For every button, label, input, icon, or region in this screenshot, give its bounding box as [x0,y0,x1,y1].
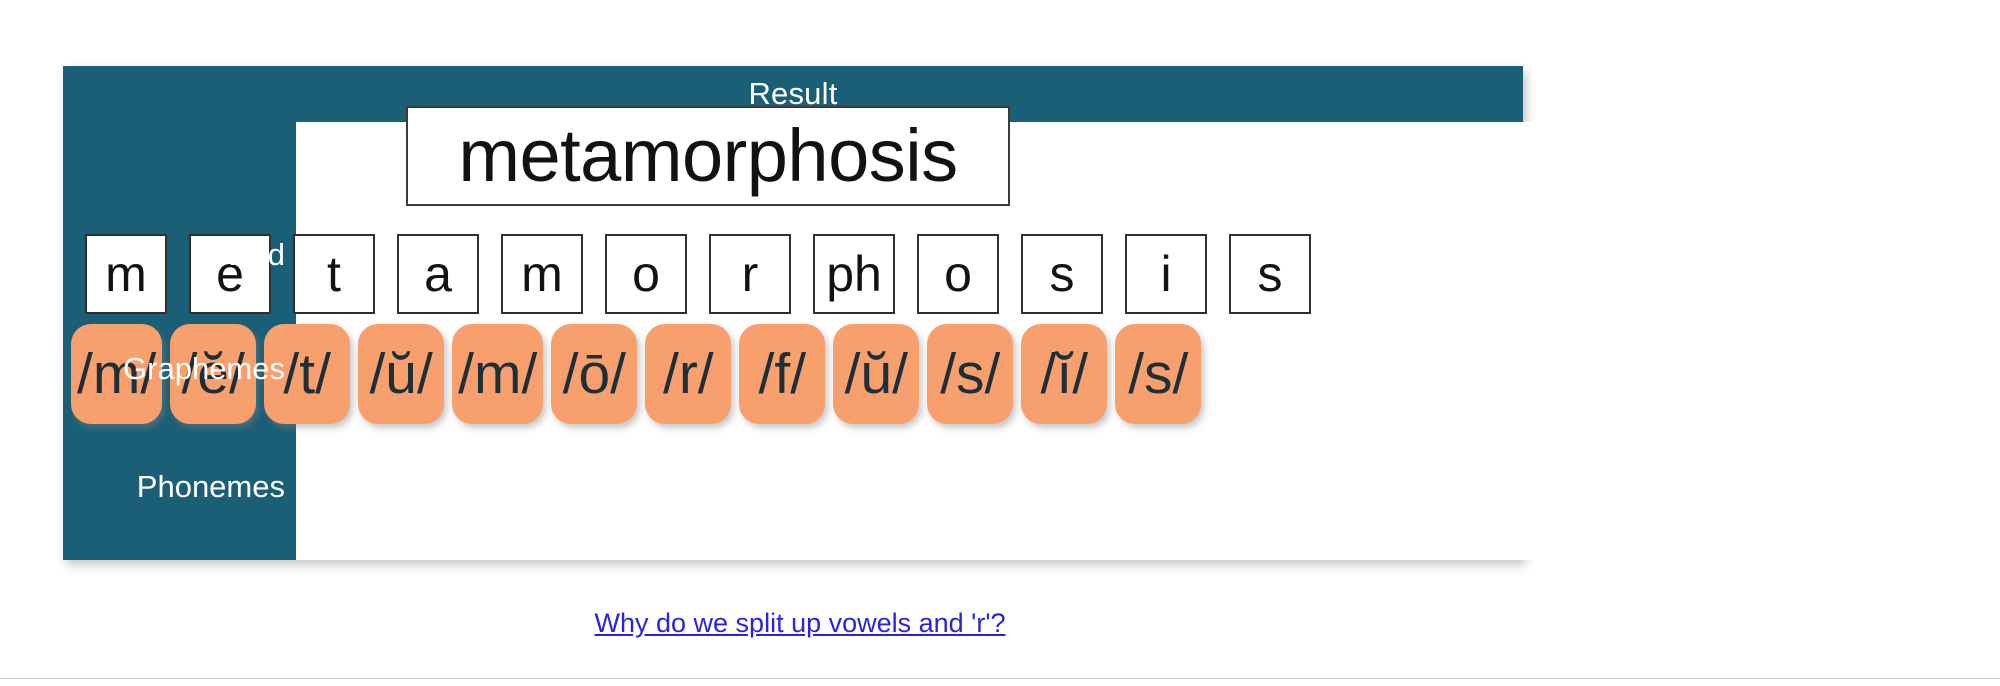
phoneme-chip[interactable]: /ĭ/ [1021,324,1108,424]
phoneme-chip[interactable]: /r/ [645,324,732,424]
grapheme-box[interactable]: o [917,234,999,314]
row-label-phonemes: Phonemes [136,469,285,504]
page-divider [0,678,2000,679]
row-label-graphemes: Graphemes [123,351,285,386]
word-box: metamorphosis [406,106,1010,206]
phoneme-chip[interactable]: /ō/ [551,324,638,424]
phoneme-chip[interactable]: /f/ [739,324,826,424]
grapheme-box[interactable]: a [397,234,479,314]
row-label-word: Word [211,237,285,272]
grapheme-box[interactable]: t [293,234,375,314]
phoneme-chip[interactable]: /m/ [452,324,544,424]
page-root: Result Word Graphemes Phonemes metamorph… [0,0,2000,686]
result-card: Result Word Graphemes Phonemes metamorph… [63,66,1583,560]
grapheme-box[interactable]: s [1021,234,1103,314]
word-text: metamorphosis [458,114,958,197]
phoneme-chip[interactable]: /s/ [1115,324,1202,424]
grapheme-box[interactable]: r [709,234,791,314]
why-split-vowels-and-r-link[interactable]: Why do we split up vowels and 'r'? [0,608,1600,639]
phoneme-chip[interactable]: /ŭ/ [358,324,445,424]
grapheme-box[interactable]: ph [813,234,895,314]
grapheme-box[interactable]: o [605,234,687,314]
phoneme-chip[interactable]: /s/ [927,324,1014,424]
grapheme-box[interactable]: i [1125,234,1207,314]
phoneme-chip[interactable]: /ŭ/ [833,324,920,424]
grapheme-box[interactable]: s [1229,234,1311,314]
grapheme-box[interactable]: m [501,234,583,314]
